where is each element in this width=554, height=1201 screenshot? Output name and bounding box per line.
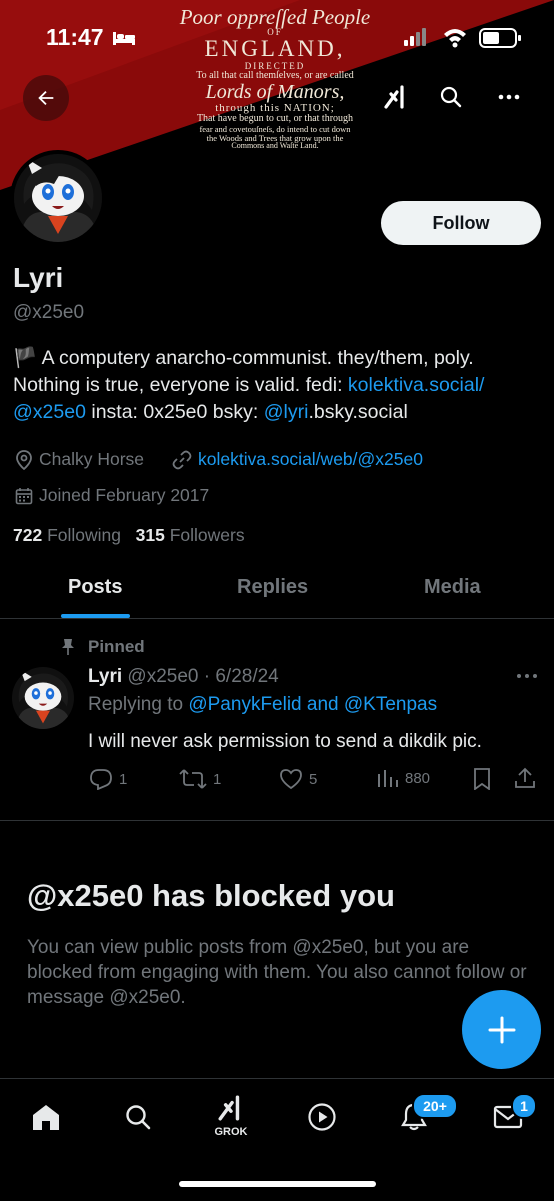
nav-search[interactable] (118, 1097, 158, 1137)
plus-icon (488, 1016, 515, 1043)
like-button[interactable]: 5 (279, 768, 317, 790)
share-button[interactable] (514, 767, 536, 794)
post-author-handle-date: @x25e0 · 6/28/24 (127, 666, 279, 687)
reply-button[interactable]: 1 (89, 768, 127, 790)
home-indicator[interactable] (179, 1181, 376, 1187)
back-button[interactable] (23, 75, 69, 121)
tabs-divider (0, 618, 554, 619)
replying-to: Replying to @PanykFelid and @KTenpas (88, 694, 437, 716)
followers-link[interactable]: 315 Followers (136, 525, 245, 545)
share-icon (515, 767, 535, 788)
sleep-bed-icon (112, 30, 136, 51)
search-button[interactable] (436, 82, 466, 112)
search-icon (126, 1105, 151, 1130)
heart-icon (280, 769, 302, 790)
arrow-left-icon (38, 90, 54, 106)
nav-video[interactable] (302, 1097, 342, 1137)
grok-icon (218, 1095, 240, 1121)
profile-joined: Joined February 2017 (15, 485, 209, 506)
avatar[interactable] (14, 154, 102, 242)
nav-grok[interactable]: GROK (208, 1094, 254, 1142)
calendar-icon (15, 487, 33, 504)
profile-website[interactable]: kolektiva.social/web/@x25e0 (172, 449, 423, 470)
bio-mention-lyri[interactable]: @lyri (264, 401, 309, 423)
bio-text: .bsky.social (308, 401, 408, 423)
notifications-badge: 20+ (412, 1093, 458, 1119)
post-body: I will never ask permission to send a di… (88, 731, 482, 752)
status-icons (404, 26, 530, 55)
link-icon (172, 450, 192, 469)
follow-counts: 722 Following 315 Followers (13, 525, 245, 546)
tab-posts[interactable]: Posts (68, 576, 122, 599)
post-author-name[interactable]: Lyri (88, 666, 122, 687)
status-time: 11:47 (46, 24, 104, 50)
pinned-label: Pinned (88, 637, 145, 656)
battery-icon (479, 28, 521, 48)
bookmark-icon (474, 768, 490, 791)
profile-location: Chalky Horse (15, 449, 144, 470)
replying-to-users[interactable]: @PanykFelid and @KTenpas (188, 694, 437, 715)
blocked-title: @x25e0 has blocked you (27, 878, 395, 913)
home-icon (33, 1105, 59, 1130)
compose-button[interactable] (462, 990, 541, 1069)
pin-icon (60, 638, 76, 661)
post-divider (0, 820, 554, 821)
bookmark-button[interactable] (472, 768, 492, 795)
repost-count: 1 (213, 770, 222, 788)
tab-replies[interactable]: Replies (237, 576, 308, 599)
location-pin-icon (16, 449, 32, 470)
location-text: Chalky Horse (39, 449, 145, 469)
grok-label: GROK (214, 1126, 248, 1138)
following-label: Following (47, 525, 122, 545)
website-link[interactable]: kolektiva.social/web/@x25e0 (198, 449, 423, 470)
wifi-icon (444, 29, 466, 48)
following-link[interactable]: 722 Following (13, 525, 121, 545)
like-count: 5 (309, 770, 318, 788)
signal-icon (404, 28, 426, 46)
post-avatar[interactable] (12, 667, 74, 729)
repost-icon (179, 769, 207, 789)
following-count: 722 (13, 525, 43, 545)
more-button[interactable] (494, 82, 524, 112)
tab-media[interactable]: Media (424, 576, 481, 599)
reply-count: 1 (119, 770, 128, 788)
replying-prefix: Replying to (88, 694, 189, 715)
follow-button[interactable]: Follow (381, 201, 541, 245)
play-circle-icon (308, 1103, 336, 1131)
post-header: Lyri @x25e0 · 6/28/24 (88, 666, 279, 688)
bio-text: insta: 0x25e0 bsky: (85, 401, 264, 423)
post-more-button[interactable] (516, 668, 538, 686)
grok-icon (384, 85, 404, 109)
search-icon (440, 86, 462, 108)
repost-button[interactable]: 1 (179, 768, 221, 790)
view-count: 880 (405, 769, 431, 787)
blocked-body: You can view public posts from @x25e0, b… (27, 937, 527, 1008)
reply-icon (90, 769, 112, 790)
post-avatar-image (12, 667, 74, 729)
followers-count: 315 (135, 525, 165, 545)
profile-bio: 🏴 A computery anarcho-communist. they/th… (13, 345, 543, 426)
bar-chart-icon (378, 770, 398, 787)
messages-badge: 1 (511, 1093, 537, 1119)
nav-home[interactable] (26, 1097, 66, 1137)
views-button[interactable]: 880 (377, 768, 430, 788)
avatar-image (14, 154, 102, 242)
followers-label: Followers (169, 525, 245, 545)
banner-text: Poor oppreſſed People OF ENGLAND, DIRECT… (179, 5, 371, 151)
grok-button[interactable] (381, 82, 411, 112)
profile-handle: @x25e0 (13, 302, 85, 323)
more-horizontal-icon (498, 94, 520, 100)
profile-name: Lyri (13, 262, 64, 293)
more-horizontal-icon (517, 674, 537, 678)
joined-text: Joined February 2017 (39, 485, 210, 505)
flag-emoji: 🏴 (13, 347, 38, 369)
